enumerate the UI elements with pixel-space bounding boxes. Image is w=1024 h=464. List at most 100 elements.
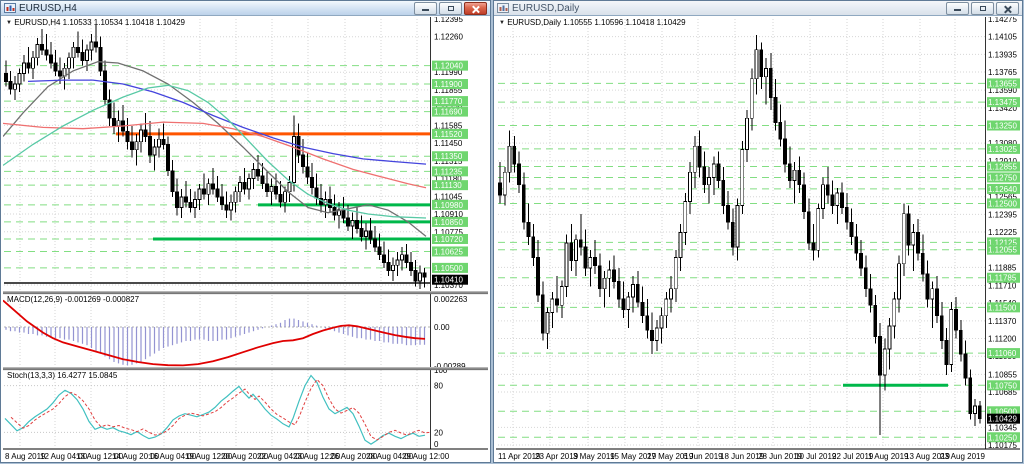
ohlc-header-h4: ▼ EURUSD,H4 1.10533 1.10534 1.10418 1.10… (6, 18, 185, 27)
svg-text:6 Jun 2019: 6 Jun 2019 (683, 452, 723, 461)
chart-content-h4: ▼ EURUSD,H4 1.10533 1.10534 1.10418 1.10… (3, 17, 488, 461)
svg-text:1.10345: 1.10345 (988, 423, 1017, 432)
stoch-indicator-label: Stoch(13,3,3) 16.4277 15.0845 (7, 371, 118, 380)
window-title: EURUSD,H4 (19, 2, 77, 14)
svg-text:1.11785: 1.11785 (988, 274, 1017, 283)
window-controls (946, 1, 1022, 15)
svg-text:1.11350: 1.11350 (434, 152, 463, 161)
mdi-workspace: { "app": {"desktop_bg": "#aabfd4"}, "pal… (0, 0, 1024, 464)
close-icon (1004, 5, 1011, 12)
svg-text:1.13475: 1.13475 (988, 98, 1017, 107)
svg-text:1.11370: 1.11370 (988, 317, 1017, 326)
svg-text:1.11520: 1.11520 (434, 130, 463, 139)
svg-text:1.12055: 1.12055 (988, 246, 1017, 255)
eurusd-daily-price-axis-layer: 1.142751.141051.139351.137651.135901.134… (985, 17, 1020, 450)
svg-text:1.14105: 1.14105 (988, 33, 1017, 42)
ma-teal (3, 84, 427, 219)
svg-text:1.12395: 1.12395 (434, 17, 463, 24)
ohlc-values-h4: EURUSD,H4 1.10533 1.10534 1.10418 1.1042… (14, 18, 185, 27)
svg-text:0: 0 (434, 440, 439, 449)
eurusd-h4-moving-averages-layer (3, 61, 427, 237)
window-titlebar-daily[interactable]: EURUSD,Daily (494, 1, 1022, 16)
svg-text:23 Aug 2019: 23 Aug 2019 (940, 452, 985, 461)
eurusd-daily-time-axis-layer: 11 Apr 201923 Apr 20193 May 201915 May 2… (496, 448, 1020, 461)
svg-text:1.13655: 1.13655 (988, 79, 1017, 88)
svg-text:1.11235: 1.11235 (434, 167, 463, 176)
macd-indicator-label: MACD(12,26,9) -0.001269 -0.000827 (7, 295, 140, 304)
svg-text:1.13250: 1.13250 (988, 122, 1017, 131)
child-window-eurusd-h4: EURUSD,H4 ▼ EURUSD,H4 1.10533 1.10534 1.… (0, 0, 491, 463)
eurusd-daily-candles-layer (498, 35, 982, 436)
svg-text:1.12750: 1.12750 (988, 173, 1017, 182)
svg-text:1.10980: 1.10980 (434, 201, 463, 210)
ma-red (3, 121, 427, 189)
ohlc-values-daily: EURUSD,Daily 1.10555 1.10596 1.10418 1.1… (507, 18, 686, 27)
stoch-d-line (10, 378, 432, 441)
restore-button[interactable] (439, 1, 462, 15)
daily-chart-canvas[interactable]: 1.142751.141051.139351.137651.135901.134… (496, 17, 1020, 461)
svg-text:1.11770: 1.11770 (434, 97, 463, 106)
svg-text:1.10410: 1.10410 (434, 276, 463, 285)
minimize-button[interactable] (946, 1, 969, 15)
restore-icon (447, 5, 454, 11)
svg-text:1.11450: 1.11450 (434, 139, 463, 148)
h4-chart-canvas[interactable]: 1.123951.122601.119901.118551.117201.115… (3, 17, 488, 461)
eurusd-h4-levels-layer (4, 65, 430, 284)
svg-text:1.13765: 1.13765 (988, 68, 1017, 77)
svg-text:1.11710: 1.11710 (988, 282, 1017, 291)
svg-text:1.10625: 1.10625 (434, 247, 463, 256)
window-title: EURUSD,Daily (512, 2, 580, 14)
svg-text:80: 80 (434, 382, 443, 391)
ohlc-header-daily: ▼ EURUSD,Daily 1.10555 1.10596 1.10418 1… (499, 18, 686, 27)
svg-text:1.12500: 1.12500 (988, 199, 1017, 208)
eurusd-h4-time-axis-layer: 8 Aug 201912 Aug 04:0013 Aug 12:0014 Aug… (3, 448, 488, 461)
svg-text:1.12855: 1.12855 (988, 163, 1017, 172)
svg-text:20: 20 (434, 428, 443, 437)
svg-text:1.10250: 1.10250 (988, 433, 1017, 442)
svg-text:1.12040: 1.12040 (434, 62, 463, 71)
minimize-button[interactable] (414, 1, 437, 15)
svg-text:1.10750: 1.10750 (988, 381, 1017, 390)
svg-text:1.11885: 1.11885 (988, 263, 1017, 272)
chart-context-caret-icon[interactable]: ▼ (6, 20, 12, 26)
svg-text:1.14275: 1.14275 (988, 17, 1017, 24)
svg-text:1.11060: 1.11060 (988, 349, 1017, 358)
svg-text:1.12640: 1.12640 (988, 185, 1017, 194)
ma-slow-gray (3, 61, 427, 237)
svg-text:1.11900: 1.11900 (434, 80, 463, 89)
svg-text:3 May 2019: 3 May 2019 (573, 452, 615, 461)
macd-pane-layer: 0.0022630.00-0.00289 (3, 295, 468, 371)
restore-icon (979, 5, 986, 11)
svg-text:1.12260: 1.12260 (434, 33, 463, 42)
close-button[interactable] (464, 1, 487, 15)
window-titlebar-h4[interactable]: EURUSD,H4 (1, 1, 490, 16)
restore-button[interactable] (971, 1, 994, 15)
child-window-eurusd-daily: EURUSD,Daily ▼ EURUSD,Daily 1.10555 1.10… (493, 0, 1023, 463)
chart-context-caret-icon[interactable]: ▼ (499, 20, 505, 26)
close-button[interactable] (996, 1, 1019, 15)
svg-text:1.11130: 1.11130 (434, 181, 462, 190)
eurusd-h4-candles-layer (4, 24, 427, 289)
svg-text:0.002263: 0.002263 (434, 295, 468, 304)
chart-content-daily: ▼ EURUSD,Daily 1.10555 1.10596 1.10418 1… (496, 17, 1020, 461)
svg-text:1.12395: 1.12395 (988, 210, 1017, 219)
ma-blue (27, 79, 427, 165)
svg-text:1.11500: 1.11500 (988, 303, 1017, 312)
svg-text:1.10850: 1.10850 (434, 218, 463, 227)
svg-text:1.11690: 1.11690 (434, 108, 463, 117)
svg-text:1.10500: 1.10500 (434, 264, 463, 273)
svg-text:1.13935: 1.13935 (988, 50, 1017, 59)
svg-text:1.10720: 1.10720 (434, 235, 463, 244)
minimize-icon (954, 9, 961, 11)
window-controls (414, 1, 490, 15)
svg-text:1.12225: 1.12225 (988, 228, 1017, 237)
chart-window-icon (497, 3, 509, 13)
chart-window-icon (4, 3, 16, 13)
svg-text:1.10855: 1.10855 (988, 370, 1017, 379)
minimize-icon (422, 9, 429, 11)
svg-text:1.11200: 1.11200 (988, 335, 1017, 344)
svg-text:1.13025: 1.13025 (988, 145, 1017, 154)
svg-text:10 Jul 2019: 10 Jul 2019 (795, 452, 837, 461)
svg-text:0.00: 0.00 (434, 323, 450, 332)
svg-text:1 Aug 2019: 1 Aug 2019 (868, 452, 909, 461)
